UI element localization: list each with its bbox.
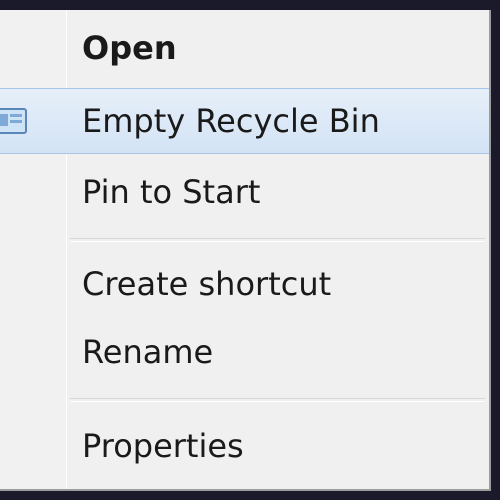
menu-separator — [70, 238, 485, 242]
menu-item-label: Pin to Start — [82, 173, 261, 211]
menu-item-label: Open — [82, 29, 177, 67]
menu-item-label: Empty Recycle Bin — [82, 102, 380, 140]
menu-item-label: Create shortcut — [82, 265, 332, 303]
menu-item-label: Rename — [82, 333, 214, 371]
menu-item-label: Properties — [82, 427, 244, 465]
menu-item-create-shortcut[interactable]: Create shortcut — [0, 254, 489, 318]
menu-item-open[interactable]: Open — [0, 10, 489, 80]
menu-item-pin-to-start[interactable]: Pin to Start — [0, 160, 489, 230]
menu-item-empty-recycle-bin[interactable]: Empty Recycle Bin — [0, 88, 489, 154]
menu-separator — [70, 398, 485, 402]
context-menu: Open Empty Recycle Bin Pin to Start Crea… — [0, 10, 491, 491]
menu-item-rename[interactable]: Rename — [0, 322, 489, 390]
recycle-bin-icon — [0, 105, 30, 137]
menu-item-properties[interactable]: Properties — [0, 414, 489, 484]
